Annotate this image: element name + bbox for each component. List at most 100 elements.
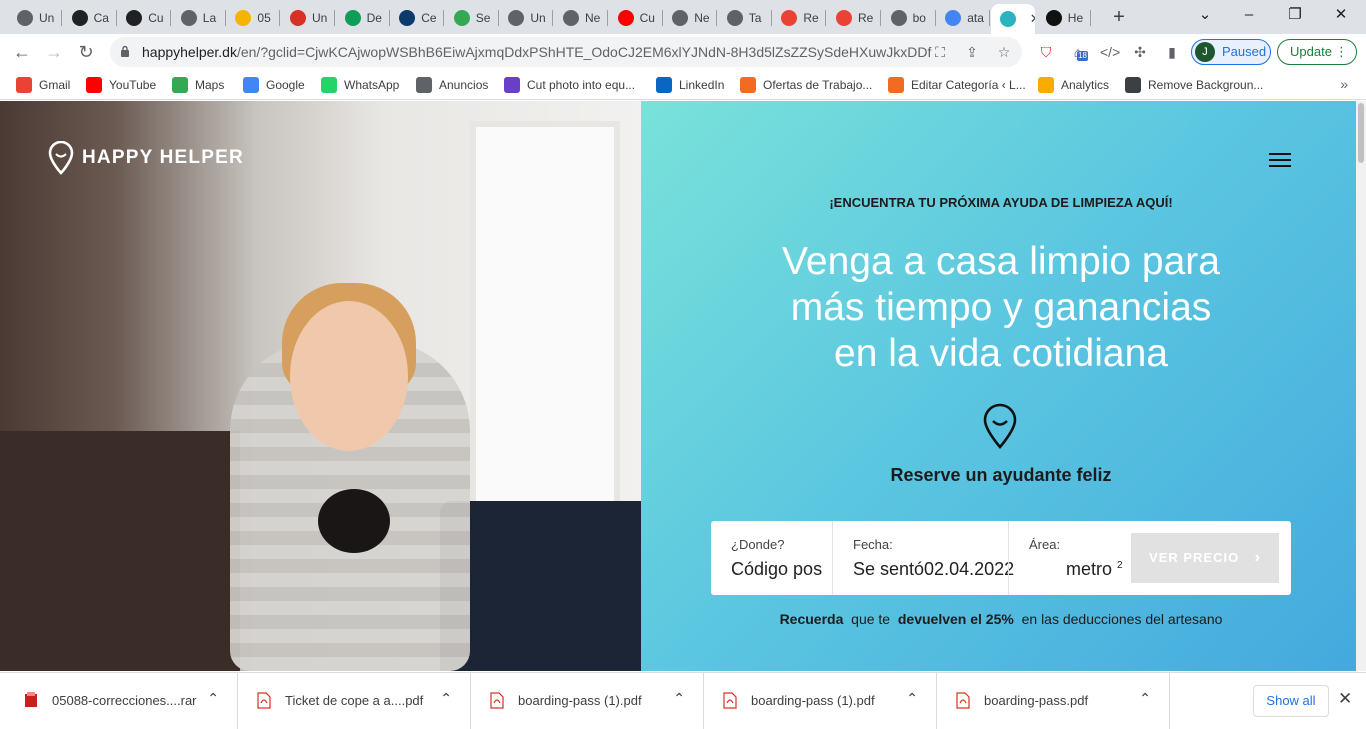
bookmarks-bar: » Gmail YouTube Maps Google WhatsApp Anuncios…	[0, 70, 1366, 100]
close-window-button[interactable]: ✕	[1318, 4, 1364, 26]
share-icon[interactable]: ⇪	[962, 42, 982, 62]
chevron-up-icon[interactable]: ⌃	[673, 690, 685, 707]
update-button[interactable]: Update ⋮	[1277, 39, 1357, 65]
bookmark-label: WhatsApp	[344, 78, 400, 92]
see-price-button[interactable]: VER PRECIO ›	[1131, 533, 1279, 583]
chevron-up-icon[interactable]: ⌃	[207, 690, 219, 707]
browser-tab[interactable]: Ca	[63, 4, 117, 31]
browser-tab[interactable]: Re	[827, 4, 881, 31]
extension-badge-icon[interactable]: ⌂18	[1068, 42, 1088, 62]
browser-tab[interactable]: Cu	[117, 4, 172, 31]
site-logo[interactable]: HAPPY HELPER	[48, 141, 244, 175]
show-all-button[interactable]: Show all	[1253, 685, 1329, 717]
browser-tab[interactable]: ✕	[990, 4, 1035, 34]
scrollbar-thumb[interactable]	[1358, 103, 1364, 163]
globe-icon	[180, 9, 197, 26]
browser-tab[interactable]: Ce	[390, 4, 445, 31]
browser-tab[interactable]: Un	[8, 4, 62, 31]
browser-tab[interactable]: He	[1037, 4, 1091, 31]
bookmark-item[interactable]: LinkedIn	[656, 76, 724, 94]
translate-icon[interactable]: ⛶	[930, 42, 950, 62]
browser-tab[interactable]: Ne	[663, 4, 718, 31]
browser-tab[interactable]: Ta	[718, 4, 772, 31]
close-downloads-icon[interactable]: ✕	[1338, 689, 1352, 709]
date-field[interactable]: Fecha: Se sentó02.04.2022	[833, 521, 1014, 595]
url-text[interactable]: happyhelper.dk/en/?gclid=CjwKCAjwopWSBhB…	[142, 44, 932, 60]
download-item[interactable]: 05088-correcciones....rar ⌃	[4, 673, 238, 729]
reserve-heading: Reserve un ayudante feliz	[890, 465, 1112, 485]
tab-title: bo	[912, 10, 926, 25]
photo-window	[470, 121, 620, 551]
tab-title: Ca	[93, 10, 109, 25]
bookmark-item[interactable]: Google	[243, 76, 305, 94]
bookmark-star-icon[interactable]: ☆	[994, 42, 1014, 62]
area-field[interactable]: Área: metro 2	[1009, 521, 1129, 595]
bookmark-item[interactable]: WhatsApp	[321, 76, 399, 94]
download-item[interactable]: Ticket de cope a a....pdf ⌃	[237, 673, 471, 729]
browser-tab[interactable]: 05	[226, 4, 281, 31]
profile-paused-button[interactable]: J Paused	[1191, 39, 1271, 65]
devtools-extension-icon[interactable]: </>	[1100, 42, 1120, 62]
bookmark-item[interactable]: Remove Backgroun...	[1125, 76, 1263, 94]
side-panel-icon[interactable]: ▮	[1162, 42, 1182, 62]
browser-tab[interactable]: Ne	[554, 4, 608, 31]
extensions-puzzle-icon[interactable]: ✣	[1130, 42, 1150, 62]
bookmark-label: Google	[266, 78, 305, 92]
browser-tab[interactable]: Se	[445, 4, 499, 31]
browser-tab[interactable]: bo	[882, 4, 936, 31]
close-tab-icon[interactable]: ✕	[1030, 11, 1035, 27]
download-item[interactable]: boarding-pass (1).pdf ⌃	[470, 673, 704, 729]
forward-button[interactable]: →	[42, 40, 66, 64]
chevron-up-icon[interactable]: ⌃	[440, 690, 452, 707]
eyebrow-text: ¡ENCUENTRA TU PRÓXIMA AYUDA DE LIMPIEZA …	[829, 195, 1173, 210]
avatar: J	[1195, 42, 1215, 62]
postal-code-input[interactable]: Código pos	[731, 559, 822, 580]
maximize-button[interactable]: ❐	[1272, 4, 1318, 26]
bookmark-item[interactable]: Anuncios	[416, 76, 488, 94]
edit-icon	[888, 77, 904, 93]
address-bar[interactable]: happyhelper.dk/en/?gclid=CjwKCAjwopWSBhB…	[110, 37, 1022, 67]
browser-tab[interactable]: Cu	[609, 4, 663, 31]
download-filename: Ticket de cope a a....pdf	[285, 693, 424, 708]
jobs-icon	[740, 77, 756, 93]
browser-tab[interactable]: Un	[281, 4, 335, 31]
bookmark-item[interactable]: Editar Categoría ‹ L...	[888, 76, 1026, 94]
bookmark-item[interactable]: Ofertas de Trabajo...	[740, 76, 872, 94]
headline-line-3: en la vida cotidiana	[834, 332, 1168, 375]
chevron-up-icon[interactable]: ⌃	[1139, 690, 1151, 707]
reload-button[interactable]: ↻	[74, 40, 98, 64]
download-filename: boarding-pass (1).pdf	[518, 693, 642, 708]
where-field[interactable]: ¿Donde? Código pos	[711, 521, 832, 595]
bookmark-item[interactable]: Cut photo into equ...	[504, 76, 635, 94]
bookmark-item[interactable]: YouTube	[86, 76, 156, 94]
minimize-button[interactable]: –	[1226, 4, 1272, 26]
new-tab-button[interactable]: +	[1108, 4, 1130, 30]
bookmark-item[interactable]: Analytics	[1038, 76, 1109, 94]
browser-tab[interactable]: Un	[499, 4, 554, 31]
date-input[interactable]: Se sentó02.04.2022	[853, 559, 1014, 580]
tab-search-button[interactable]: ⌄	[1182, 4, 1228, 26]
youtube-icon	[86, 77, 102, 93]
crown-icon	[726, 9, 743, 26]
browser-tab[interactable]: De	[336, 4, 390, 31]
bookmark-item[interactable]: Maps	[172, 76, 224, 94]
download-item[interactable]: boarding-pass.pdf ⌃	[936, 673, 1170, 729]
page-scrollbar[interactable]	[1356, 101, 1366, 671]
more-menu-icon[interactable]: ⋮	[1335, 40, 1348, 64]
chevron-up-icon[interactable]: ⌃	[906, 690, 918, 707]
browser-tab[interactable]: Re	[772, 4, 827, 31]
more-bookmarks-icon[interactable]: »	[1340, 76, 1348, 92]
hamburger-menu-icon[interactable]	[1269, 153, 1291, 167]
bookmark-item[interactable]: Gmail	[16, 76, 70, 94]
back-button[interactable]: ←	[10, 40, 34, 64]
extension-shield-icon[interactable]: ⛉	[1036, 42, 1056, 62]
pin-icon	[999, 11, 1016, 27]
download-item[interactable]: boarding-pass (1).pdf ⌃	[703, 673, 937, 729]
browser-tab[interactable]: La	[172, 4, 226, 31]
lock-icon[interactable]	[120, 45, 130, 58]
tab-title: Ne	[585, 10, 601, 25]
gmail-icon	[781, 9, 798, 26]
youtube-icon	[617, 9, 634, 26]
browser-tab[interactable]: ata	[936, 4, 991, 31]
area-input[interactable]: metro 2	[1066, 559, 1123, 580]
